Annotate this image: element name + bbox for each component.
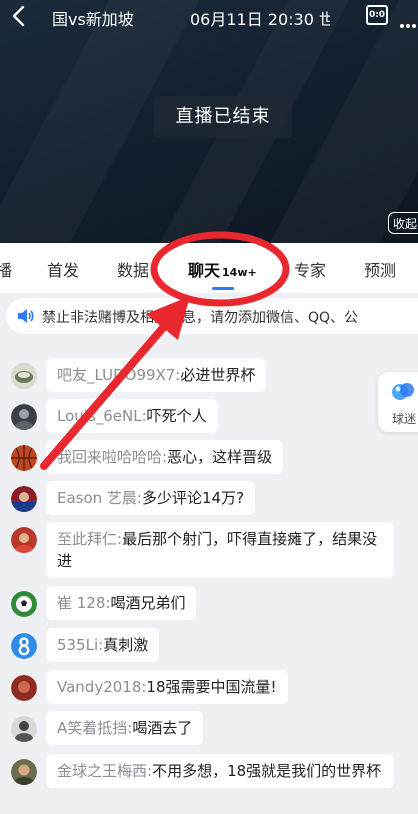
video-player[interactable]: 国vs新加坡 06月11日 20:30 世 0:0 直播已结束 收起: [0, 0, 418, 243]
avatar-image: [11, 716, 37, 742]
tab-live[interactable]: 播: [0, 257, 12, 281]
tab-prediction[interactable]: 预测: [364, 257, 396, 281]
chat-bubble: Eason 艺晨:多少评论14万?: [46, 481, 256, 515]
chat-bubble: 金球之王梅西:不用多想，18强就是我们的世界杯: [46, 754, 394, 788]
avatar[interactable]: [11, 591, 37, 617]
chat-bubble: 至此拜仁:最后那个射门，吓得直接瘫了，结果没进: [46, 522, 394, 578]
back-button[interactable]: [8, 4, 30, 28]
avatar-image: [11, 675, 37, 701]
chat-text: 吓死个人: [146, 407, 207, 425]
live-ended-label: 直播已结束: [154, 96, 292, 138]
chat-username[interactable]: 崔 128:: [57, 594, 110, 612]
avatar-image: [11, 404, 37, 430]
tab-label: 播: [0, 261, 13, 280]
tab-label: 专家: [294, 261, 327, 280]
chat-username[interactable]: 至此拜仁:: [57, 530, 122, 548]
chat-username[interactable]: 我回来啦哈哈哈:: [57, 448, 167, 466]
scoreboard-icon[interactable]: 0:0: [366, 5, 388, 25]
match-title: 国vs新加坡: [52, 10, 134, 29]
chat-username[interactable]: 535Li:: [57, 636, 103, 654]
notice-banner: 禁止非法赌博及相关信息，请勿添加微信、QQ、公: [6, 298, 418, 334]
chat-username[interactable]: 金球之王梅西:: [57, 762, 152, 780]
chat-bubble: 535Li:真刺激: [46, 628, 160, 662]
avatar[interactable]: [11, 486, 37, 512]
chat-list[interactable]: 吧友_LUDO99X7:必进世界杯 Louis_6eNL:吓死个人 我回来啦哈哈…: [0, 340, 418, 814]
avatar[interactable]: [11, 675, 37, 701]
avatar-image: [11, 759, 37, 785]
chat-username[interactable]: Vandy2018:: [57, 678, 146, 696]
chat-bubble: A笑着抵挡:喝酒去了: [46, 711, 204, 745]
chat-text: 真刺激: [103, 636, 149, 654]
chat-bubble: Louis_6eNL:吓死个人: [46, 399, 218, 433]
chat-bubble: 崔 128:喝酒兄弟们: [46, 586, 197, 620]
chat-bubble: 我回来啦哈哈哈:恶心，这样晋级: [46, 440, 284, 474]
collapse-button[interactable]: 收起: [388, 212, 418, 234]
more-icon[interactable]: [400, 13, 418, 28]
avatar-image: [11, 527, 37, 553]
chat-count-badge: 14w+: [222, 266, 257, 279]
tab-bar: 播 首发 数据 聊天 14w+ 专家 预测: [0, 243, 418, 293]
chat-text: 多少评论14万?: [142, 489, 245, 507]
avatar-image: [11, 486, 37, 512]
avatar[interactable]: [11, 759, 37, 785]
chat-text: 喝酒兄弟们: [110, 594, 186, 612]
speaker-icon: [18, 309, 34, 323]
fans-widget[interactable]: 球迷: [378, 372, 418, 432]
avatar[interactable]: [11, 633, 37, 659]
avatar[interactable]: [11, 527, 37, 553]
avatar[interactable]: [11, 716, 37, 742]
chat-bubble: 吧友_LUDO99X7:必进世界杯: [46, 358, 267, 392]
avatar-image: [11, 363, 37, 389]
chat-username[interactable]: 吧友_LUDO99X7:: [57, 366, 180, 384]
avatar[interactable]: [11, 404, 37, 430]
soccer-ball-icon: [11, 591, 37, 617]
number-eight-icon: [11, 633, 37, 659]
chat-text: 喝酒去了: [132, 719, 193, 737]
video-topbar: 国vs新加坡 06月11日 20:30 世 0:0: [0, 0, 418, 32]
tab-label: 首发: [47, 261, 80, 280]
tab-stats[interactable]: 数据: [117, 257, 149, 281]
tab-label: 预测: [364, 261, 397, 280]
tab-label: 数据: [117, 261, 150, 280]
tab-lineup[interactable]: 首发: [47, 257, 79, 281]
chat-username[interactable]: Eason 艺晨:: [57, 489, 142, 507]
chat-username[interactable]: A笑着抵挡:: [57, 719, 132, 737]
fans-icon: [392, 383, 414, 400]
chat-text: 18强需要中国流量!: [146, 678, 277, 696]
tab-label: 聊天: [188, 261, 221, 280]
tab-experts[interactable]: 专家: [294, 257, 326, 281]
fans-label: 球迷: [392, 412, 417, 426]
back-arrow-icon: [12, 5, 25, 27]
chat-text: 不用多想，18强就是我们的世界杯: [152, 762, 382, 780]
basketball-icon: [11, 445, 37, 471]
chat-text: 恶心，这样晋级: [167, 448, 273, 466]
active-tab-indicator: [212, 287, 234, 290]
chat-text: 必进世界杯: [180, 366, 256, 384]
chat-bubble: Vandy2018:18强需要中国流量!: [46, 670, 288, 704]
avatar[interactable]: [11, 445, 37, 471]
tab-chat[interactable]: 聊天 14w+: [188, 257, 257, 281]
match-time: 06月11日 20:30 世: [190, 10, 330, 29]
notice-text: 禁止非法赌博及相关信息，请勿添加微信、QQ、公: [42, 310, 359, 326]
chat-username[interactable]: Louis_6eNL:: [57, 407, 147, 425]
avatar[interactable]: [11, 363, 37, 389]
